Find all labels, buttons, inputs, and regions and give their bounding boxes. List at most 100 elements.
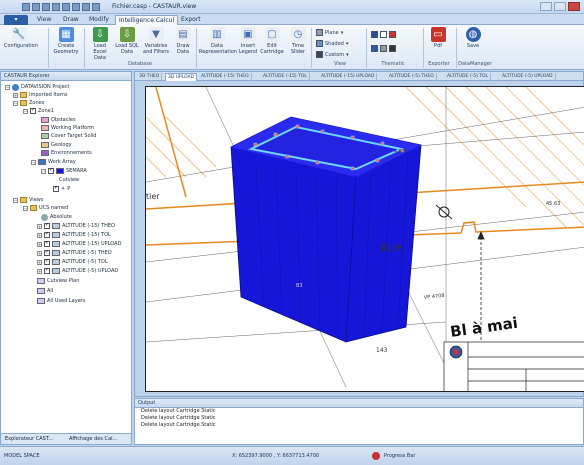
text-icon xyxy=(380,31,387,38)
tree-item-geology[interactable]: Geology xyxy=(41,141,72,149)
doc-tab-alt15-tol[interactable]: ALTITUDE (-15) TOL xyxy=(261,73,310,81)
variables-filters-button[interactable]: ▼ Variables and Filters xyxy=(141,27,171,55)
folder-icon xyxy=(30,205,37,211)
doc-tab-3d-upload[interactable]: 3D UPLOAD xyxy=(165,73,198,81)
tree-item-alt5-tol[interactable]: +ALTITUDE (-5) TOL xyxy=(37,258,108,266)
ucs-icon xyxy=(41,213,48,221)
alt15-theo-checkbox[interactable] xyxy=(44,223,50,229)
tree-item-all-used-layers[interactable]: All Used Layers xyxy=(37,297,85,305)
close-button[interactable] xyxy=(568,2,580,11)
tab-modify[interactable]: Modify xyxy=(86,15,112,25)
alt5-upload-checkbox[interactable] xyxy=(44,268,50,274)
tab-file[interactable]: ▾ xyxy=(4,15,28,25)
layer-swatch xyxy=(37,288,45,294)
tree-item-cutview-plan[interactable]: Cutview Plan xyxy=(37,277,79,285)
redo-icon[interactable] xyxy=(72,3,80,11)
tree-item-zone1[interactable]: −Zone1 xyxy=(23,107,54,115)
new-icon[interactable] xyxy=(32,3,40,11)
tree-icon: ✦ xyxy=(61,186,66,192)
status-progress: Progress Bar xyxy=(384,453,416,459)
plane-dropdown[interactable]: Plane ▾ xyxy=(316,29,343,36)
doc-tab-alt5-upload[interactable]: ALTITUDE (-5) UPLOAD xyxy=(500,73,556,81)
configuration-button[interactable]: 🔧 Configuration xyxy=(4,27,38,49)
ribbon: 🔧 Configuration ▦ Create Geometry ⇩ Load… xyxy=(0,25,584,70)
quick-access-toolbar xyxy=(22,3,100,11)
print-icon[interactable] xyxy=(82,3,90,11)
output-line: Delete layout Cartridge Static xyxy=(141,415,216,421)
tree-item-cover-target[interactable]: Cover Target Solid xyxy=(41,132,96,140)
load-excel-button[interactable]: ⇩ Load Excel Data xyxy=(87,27,113,61)
app-icon[interactable] xyxy=(22,3,30,11)
folder-icon xyxy=(20,92,27,98)
tree-item-p[interactable]: ✦P xyxy=(53,185,70,193)
help-icon[interactable] xyxy=(92,3,100,11)
thematic-row-1[interactable] xyxy=(371,31,396,38)
tab-intelligence[interactable]: Intelligence Calcul xyxy=(115,15,179,25)
tree-item-project[interactable]: − DATAVISION Project xyxy=(5,83,69,91)
undo-icon[interactable] xyxy=(62,3,70,11)
tab-export[interactable]: Export xyxy=(178,15,204,25)
load-sql-button[interactable]: ⇩ Load SQL Data xyxy=(114,27,140,55)
create-geometry-button[interactable]: ▦ Create Geometry xyxy=(52,27,80,55)
semara-checkbox[interactable] xyxy=(48,168,54,174)
alt15-tol-checkbox[interactable] xyxy=(44,232,50,238)
tree-item-all[interactable]: All xyxy=(37,287,53,295)
tab-affichage[interactable]: Affichage des Cal... xyxy=(69,436,117,442)
status-mode: MODEL SPACE xyxy=(4,453,40,459)
tab-view[interactable]: View xyxy=(34,15,54,25)
minimize-button[interactable] xyxy=(540,2,552,11)
tree-item-alt5-theo[interactable]: +ALTITUDE (-5) THEO xyxy=(37,249,112,257)
tree-item-zones[interactable]: − Zones xyxy=(13,99,44,107)
shaded-dropdown[interactable]: Shaded ▾ xyxy=(316,40,348,47)
save-icon[interactable] xyxy=(52,3,60,11)
tree-item-imported[interactable]: + Imported Items xyxy=(13,91,67,99)
doc-tab-alt15-upload[interactable]: ALTITUDE (-15) UPLOAD xyxy=(319,73,378,81)
insert-legend-button[interactable]: ▣ Insert Legend xyxy=(237,27,259,55)
doc-tab-alt15-theo[interactable]: ALTITUDE (-15) THEO xyxy=(199,73,252,81)
tree-item-cutview[interactable]: Cutview xyxy=(59,176,79,184)
tree-item-alt15-upload[interactable]: +ALTITUDE (-15) UPLOAD xyxy=(37,240,121,248)
tree-item-alt5-upload[interactable]: +ALTITUDE (-5) UPLOAD xyxy=(37,267,118,275)
tree-item-working-platform[interactable]: Working Platform xyxy=(41,124,94,132)
open-icon[interactable] xyxy=(42,3,50,11)
maximize-button[interactable] xyxy=(554,2,566,11)
tree-item-views[interactable]: − Views xyxy=(13,196,43,204)
label-b3: B3 xyxy=(296,283,303,289)
cad-drawing: tier Rue Bl à mai VP 4708 B3 143 4.53 45… xyxy=(146,87,584,391)
drawing-viewport[interactable]: tier Rue Bl à mai VP 4708 B3 143 4.53 45… xyxy=(145,86,584,392)
pdf-button[interactable]: ▭ Pdf xyxy=(428,27,448,49)
thematic-row-2[interactable] xyxy=(371,45,396,52)
label-vp: VP 4708 xyxy=(424,293,445,301)
layer-swatch xyxy=(41,117,49,123)
edit-cartridge-button[interactable]: ▢ Edit Cartridge xyxy=(260,27,284,55)
tree-item-alt15-theo[interactable]: +ALTITUDE (-15) THEO xyxy=(37,222,115,230)
tree-item-semara[interactable]: −SEMARA xyxy=(41,167,87,175)
zone1-checkbox[interactable] xyxy=(30,108,36,114)
tab-explorer[interactable]: Explorateur CAST... xyxy=(5,436,53,442)
symbol-marker xyxy=(435,204,453,220)
output-title: Output xyxy=(135,399,583,408)
group-datamanager-label: DataManager xyxy=(458,61,492,67)
save-button[interactable]: ◍ Save xyxy=(462,27,484,49)
tree-item-ucs[interactable]: − UCS named xyxy=(23,204,68,212)
doc-tab-3d-theo[interactable]: 3D THEO xyxy=(137,73,163,81)
tab-draw[interactable]: Draw xyxy=(60,15,82,25)
p-checkbox[interactable] xyxy=(53,186,59,192)
tree-item-absolute[interactable]: Absolute xyxy=(41,213,72,221)
custom-dropdown[interactable]: Custom ▾ xyxy=(316,51,349,58)
style-icon xyxy=(380,45,387,52)
label-rue: Rue xyxy=(380,240,402,255)
alt15-upload-checkbox[interactable] xyxy=(44,241,50,247)
tree-item-alt15-tol[interactable]: +ALTITUDE (-15) TOL xyxy=(37,231,111,239)
alt5-tol-checkbox[interactable] xyxy=(44,259,50,265)
draw-data-button[interactable]: ▤ Draw Data xyxy=(172,27,194,55)
doc-tab-alt5-tol[interactable]: ALTITUDE (-5) TOL xyxy=(445,73,492,81)
doc-tab-alt5-theo[interactable]: ALTITUDE (-5) THEO xyxy=(387,73,437,81)
tree-item-work-array[interactable]: − Work Array xyxy=(31,158,76,166)
alt5-theo-checkbox[interactable] xyxy=(44,250,50,256)
time-slider-button[interactable]: ◷ Time Slider xyxy=(287,27,309,55)
globe-icon: ◍ xyxy=(465,27,481,42)
tree-item-obstacles[interactable]: Obstacles xyxy=(41,116,76,124)
tree-item-environnements[interactable]: Environnements xyxy=(41,149,92,157)
data-representation-button[interactable]: ▥ Data Representation xyxy=(199,27,237,55)
